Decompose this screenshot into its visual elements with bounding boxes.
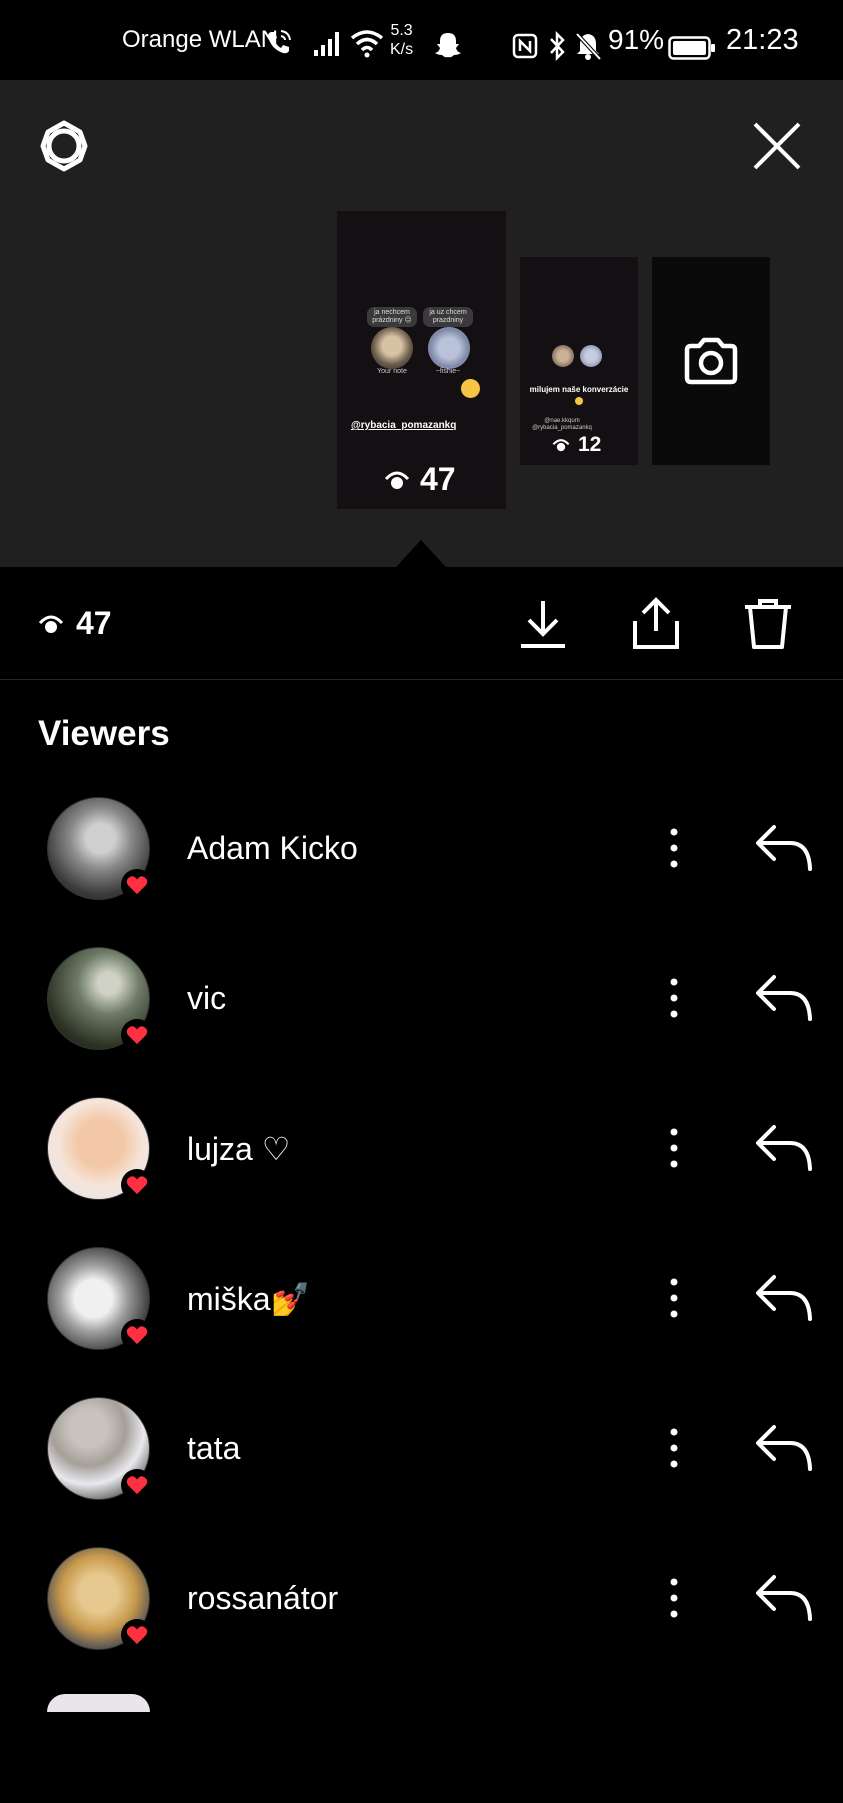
avatar[interactable] bbox=[47, 1694, 150, 1712]
speed-unit: K/s bbox=[390, 41, 414, 58]
reply-icon[interactable] bbox=[754, 823, 814, 873]
emoji-sticker bbox=[461, 379, 480, 398]
camera-icon bbox=[684, 337, 738, 385]
reply-icon[interactable] bbox=[754, 1123, 814, 1173]
viewer-name[interactable]: lujza ♡ bbox=[187, 1097, 290, 1200]
note-avatar bbox=[552, 345, 574, 367]
story-thumbnail[interactable]: milujem naše konverzácie @nae.kkqum @ryb… bbox=[520, 257, 638, 465]
viewer-row[interactable]: rossanátor bbox=[0, 1547, 843, 1697]
thumbnail-views-label: 47 bbox=[420, 461, 456, 497]
view-count[interactable]: 47 bbox=[38, 567, 112, 680]
clock: 21:23 bbox=[726, 23, 799, 56]
viewers-heading: Viewers bbox=[38, 714, 170, 753]
reply-icon[interactable] bbox=[754, 1573, 814, 1623]
note-avatar bbox=[580, 345, 602, 367]
status-bar: Orange WLAN 5.3 K/s 91% 21:23 bbox=[0, 0, 843, 80]
viewer-row[interactable]: Adam Kicko bbox=[0, 797, 843, 947]
snapchat-icon bbox=[435, 33, 461, 58]
heart-reaction-icon bbox=[121, 1619, 153, 1651]
eye-icon bbox=[384, 471, 410, 489]
note-avatar bbox=[428, 327, 470, 369]
selected-thumbnail-pointer bbox=[396, 540, 446, 567]
close-icon[interactable] bbox=[752, 121, 802, 171]
note-bubble: ja nechcem prázdniny 😑 bbox=[367, 307, 417, 327]
mention-sticker: @rybacia_pomazankq bbox=[532, 425, 592, 431]
eye-icon bbox=[552, 439, 570, 452]
view-count-label: 47 bbox=[76, 605, 112, 641]
thumbnail-view-count: 47 bbox=[384, 461, 456, 498]
heart-reaction-icon bbox=[121, 1469, 153, 1501]
viewer-row[interactable]: lujza ♡ bbox=[0, 1097, 843, 1247]
network-speed: 5.3 K/s bbox=[390, 0, 413, 80]
more-options-icon[interactable] bbox=[660, 1574, 688, 1622]
mention-sticker: @rybacia_pomazankq bbox=[351, 420, 457, 431]
story-action-bar: 47 bbox=[0, 567, 843, 680]
share-icon[interactable] bbox=[629, 597, 683, 651]
reply-icon[interactable] bbox=[754, 973, 814, 1023]
nfc-icon bbox=[512, 33, 538, 59]
viewer-name[interactable]: miška💅 bbox=[187, 1247, 310, 1350]
viewer-name[interactable]: vic bbox=[187, 947, 226, 1050]
emoji-sticker bbox=[575, 397, 583, 405]
heart-reaction-icon bbox=[121, 869, 153, 901]
heart-reaction-icon bbox=[121, 1019, 153, 1051]
more-options-icon[interactable] bbox=[660, 1274, 688, 1322]
settings-icon[interactable] bbox=[36, 118, 92, 174]
carrier-label: Orange WLAN bbox=[122, 26, 279, 53]
viewer-row[interactable]: vic bbox=[0, 947, 843, 1097]
download-icon[interactable] bbox=[516, 597, 570, 651]
viewer-name[interactable]: rossanátor bbox=[187, 1547, 338, 1650]
more-options-icon[interactable] bbox=[660, 824, 688, 872]
viewer-name[interactable]: Adam Kicko bbox=[187, 797, 358, 900]
viewer-row[interactable]: tata bbox=[0, 1397, 843, 1547]
more-options-icon[interactable] bbox=[660, 1124, 688, 1172]
more-options-icon[interactable] bbox=[660, 974, 688, 1022]
note-bubble: ja uz chcem prazdniny bbox=[423, 307, 473, 327]
eye-icon bbox=[38, 615, 64, 633]
story-caption: milujem naše konverzácie bbox=[529, 385, 629, 394]
viewer-name[interactable]: tata bbox=[187, 1397, 240, 1500]
wifi-icon bbox=[350, 30, 384, 58]
battery-icon bbox=[668, 36, 715, 60]
speed-value: 5.3 bbox=[390, 22, 413, 39]
reply-icon[interactable] bbox=[754, 1273, 814, 1323]
heart-reaction-icon bbox=[121, 1319, 153, 1351]
add-story-camera-tile[interactable] bbox=[652, 257, 770, 465]
thumbnail-views-label: 12 bbox=[578, 433, 602, 456]
reply-icon[interactable] bbox=[754, 1423, 814, 1473]
thumbnail-view-count: 12 bbox=[552, 433, 601, 457]
more-options-icon[interactable] bbox=[660, 1424, 688, 1472]
viewer-row[interactable]: miška💅 bbox=[0, 1247, 843, 1397]
note-caption: ~fishie~ bbox=[435, 368, 461, 375]
signal-icon bbox=[314, 32, 339, 56]
mention-sticker: @nae.kkqum bbox=[544, 418, 580, 424]
note-caption: Your note bbox=[377, 368, 407, 375]
trash-icon[interactable] bbox=[741, 597, 795, 651]
list-bottom-fade bbox=[0, 1712, 843, 1803]
note-avatar bbox=[371, 327, 413, 369]
heart-reaction-icon bbox=[121, 1169, 153, 1201]
story-thumbnail-selected[interactable]: ja nechcem prázdniny 😑 ja uz chcem prazd… bbox=[337, 211, 506, 509]
battery-percent: 91% bbox=[608, 24, 665, 55]
wifi-call-icon bbox=[268, 30, 291, 54]
mute-bell-icon bbox=[575, 32, 602, 61]
bluetooth-icon bbox=[550, 31, 565, 61]
